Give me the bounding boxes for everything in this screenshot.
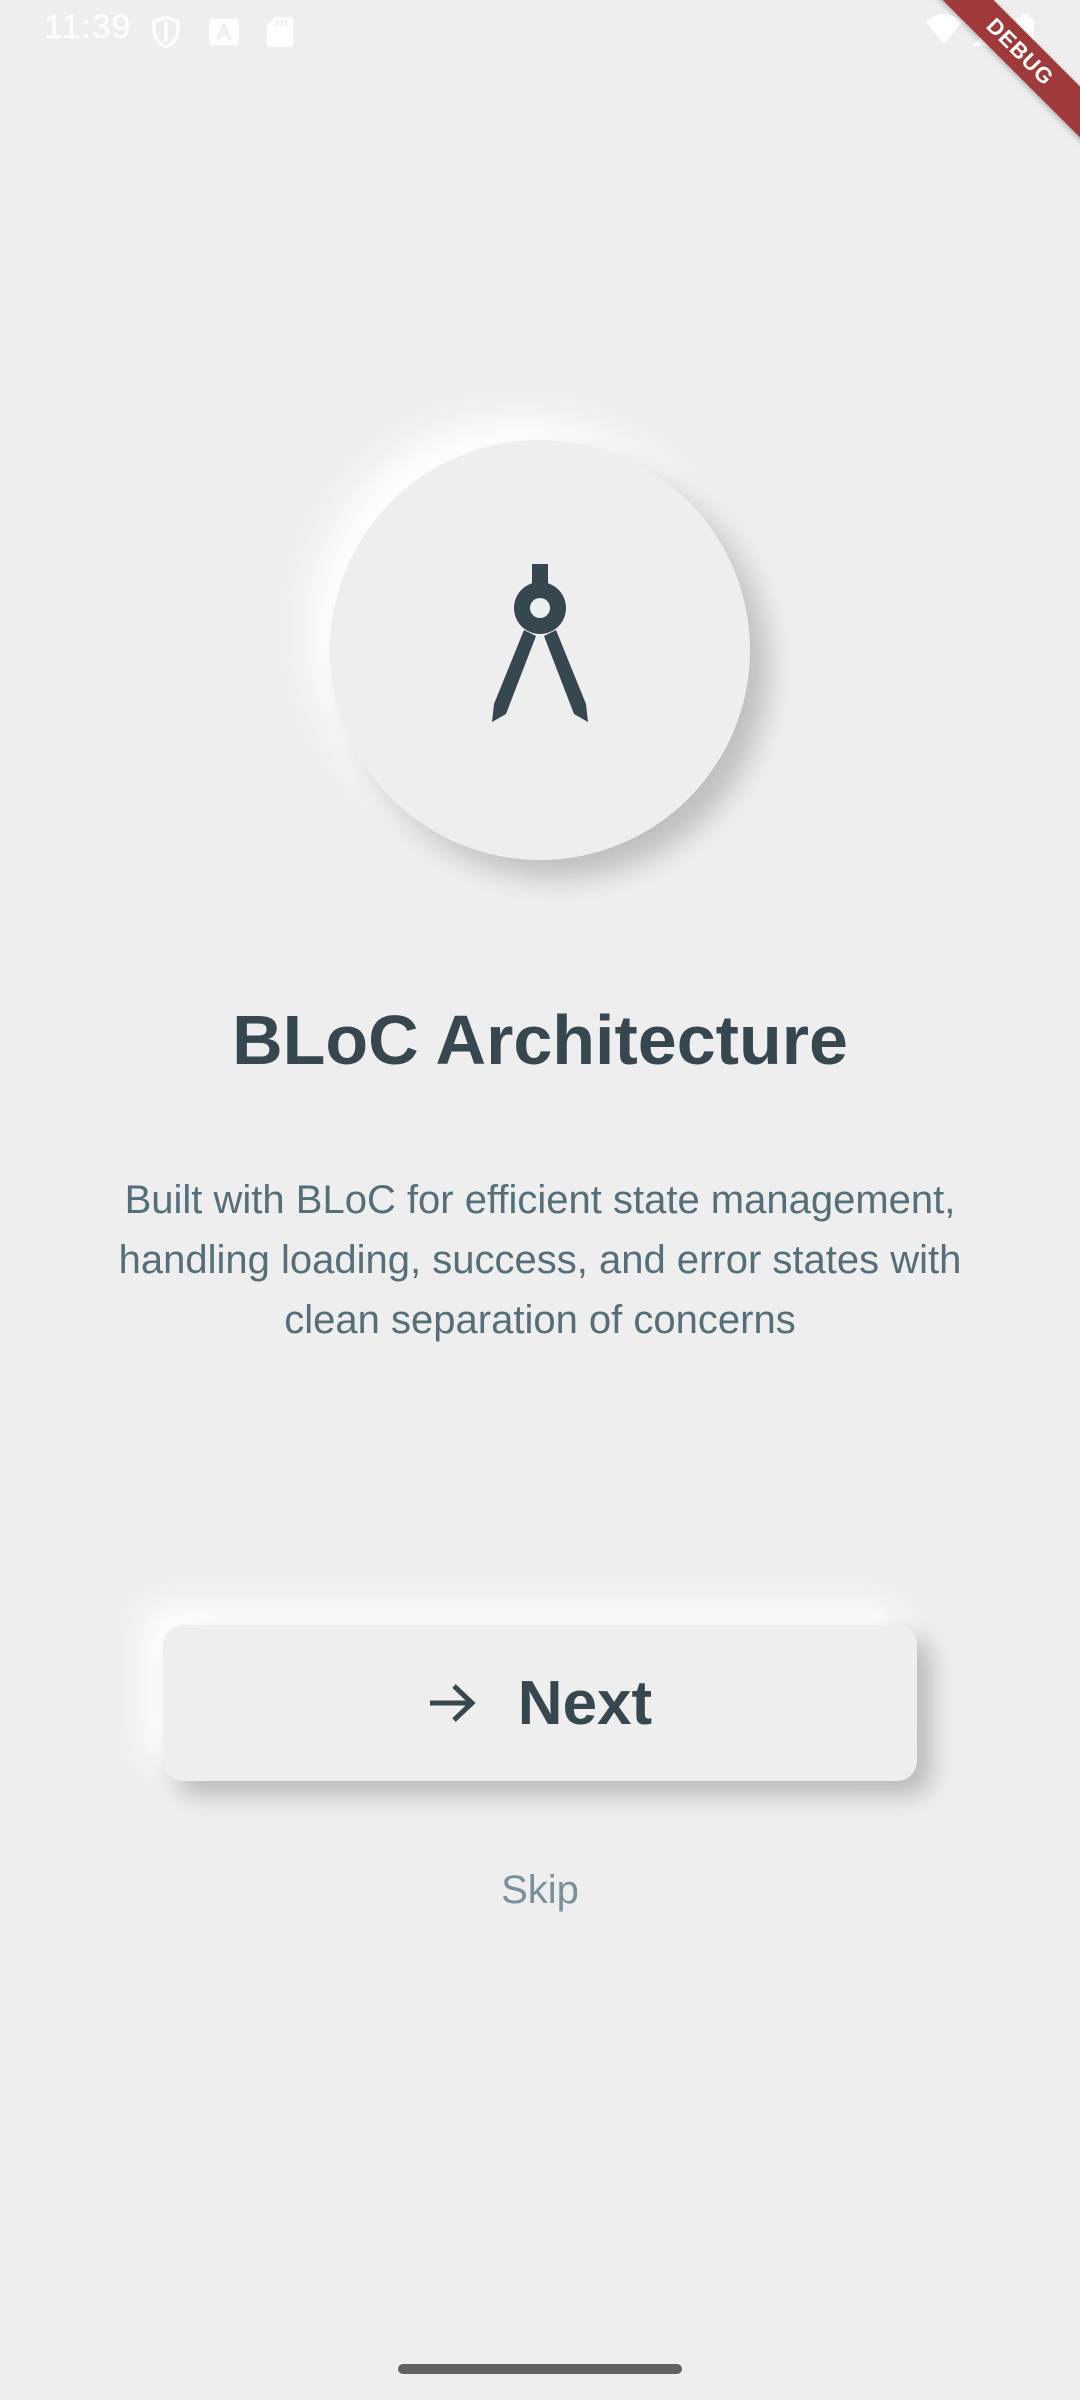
next-button[interactable]: Next: [163, 1625, 917, 1781]
page-title: BLoC Architecture: [232, 1001, 848, 1079]
compass-icon: [492, 564, 588, 722]
a-icon: [209, 18, 239, 46]
shield-icon: [152, 15, 180, 49]
sd-card-icon: [266, 17, 294, 47]
next-button-label: Next: [517, 1668, 653, 1738]
home-indicator[interactable]: [398, 2364, 682, 2374]
page-description: Built with BLoC for efficient state mana…: [118, 1178, 962, 1342]
skip-button[interactable]: Skip: [0, 1868, 1080, 1913]
status-time: 11:39: [44, 8, 132, 46]
arrow-forward-icon: [429, 1684, 476, 1722]
status-bar: 11:39: [0, 0, 1080, 64]
wifi-icon: [926, 14, 962, 44]
hero-icon-circle: [330, 440, 750, 860]
